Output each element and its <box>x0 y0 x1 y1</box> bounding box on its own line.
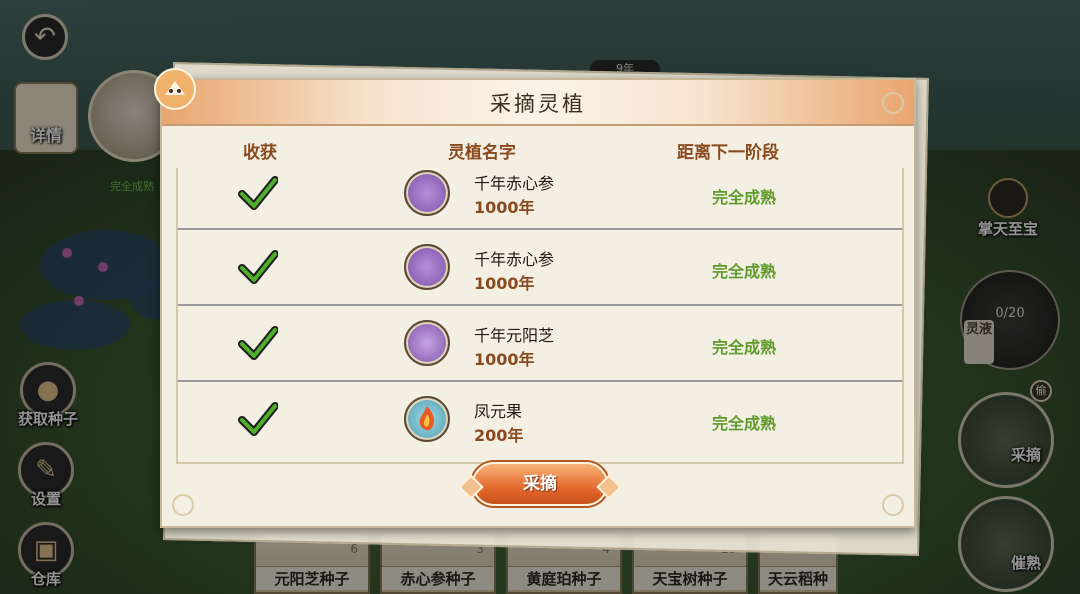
phoenix-fruit-icon <box>404 396 450 442</box>
check-icon[interactable] <box>238 174 278 214</box>
growth-status: 完全成熟 <box>711 188 776 207</box>
check-icon[interactable] <box>238 400 278 440</box>
column-header-next-stage: 距离下一阶段 <box>677 143 779 163</box>
plant-row[interactable]: 千年赤心参 1000年 完全成熟 <box>178 230 902 306</box>
plant-name: 凤元果 <box>474 402 523 421</box>
plant-list[interactable]: 千年赤心参 1000年 完全成熟 千年赤心参 1000年 完全成熟 千年元阳芝 … <box>176 168 904 464</box>
yuanyang-mushroom-icon <box>404 320 450 366</box>
plant-row[interactable]: 千年元阳芝 1000年 完全成熟 <box>178 306 902 382</box>
harvest-dialog: 采摘灵植 收获 灵植名字 距离下一阶段 千年赤心参 1000年 完全成熟 千年赤… <box>154 68 916 528</box>
plant-name: 千年元阳芝 <box>474 326 555 345</box>
plant-age: 200年 <box>474 426 524 445</box>
plant-row[interactable]: 凤元果 200年 完全成熟 <box>178 382 902 458</box>
red-ginseng-icon <box>404 244 450 290</box>
growth-status: 完全成熟 <box>711 414 776 433</box>
column-header-plant-name: 灵植名字 <box>448 143 516 163</box>
dialog-title: 采摘灵植 <box>490 92 586 116</box>
corner-ornament-icon <box>882 494 904 516</box>
corner-ornament-icon <box>172 494 194 516</box>
harvest-button[interactable]: 采摘 <box>472 462 608 506</box>
cat-mascot-icon <box>154 68 196 110</box>
dialog-header: 采摘灵植 <box>162 80 914 126</box>
growth-status: 完全成熟 <box>711 338 776 357</box>
plant-row[interactable]: 千年赤心参 1000年 完全成熟 <box>178 168 902 230</box>
check-icon[interactable] <box>238 248 278 288</box>
plant-age: 1000年 <box>474 274 535 293</box>
plant-name: 千年赤心参 <box>474 250 555 269</box>
check-icon[interactable] <box>238 324 278 364</box>
plant-name: 千年赤心参 <box>474 174 555 193</box>
growth-status: 完全成熟 <box>711 262 776 281</box>
plant-age: 1000年 <box>474 198 535 217</box>
plant-age: 1000年 <box>474 350 535 369</box>
red-ginseng-icon <box>404 170 450 216</box>
column-header-harvest: 收获 <box>243 143 277 163</box>
corner-ornament-icon <box>882 92 904 114</box>
